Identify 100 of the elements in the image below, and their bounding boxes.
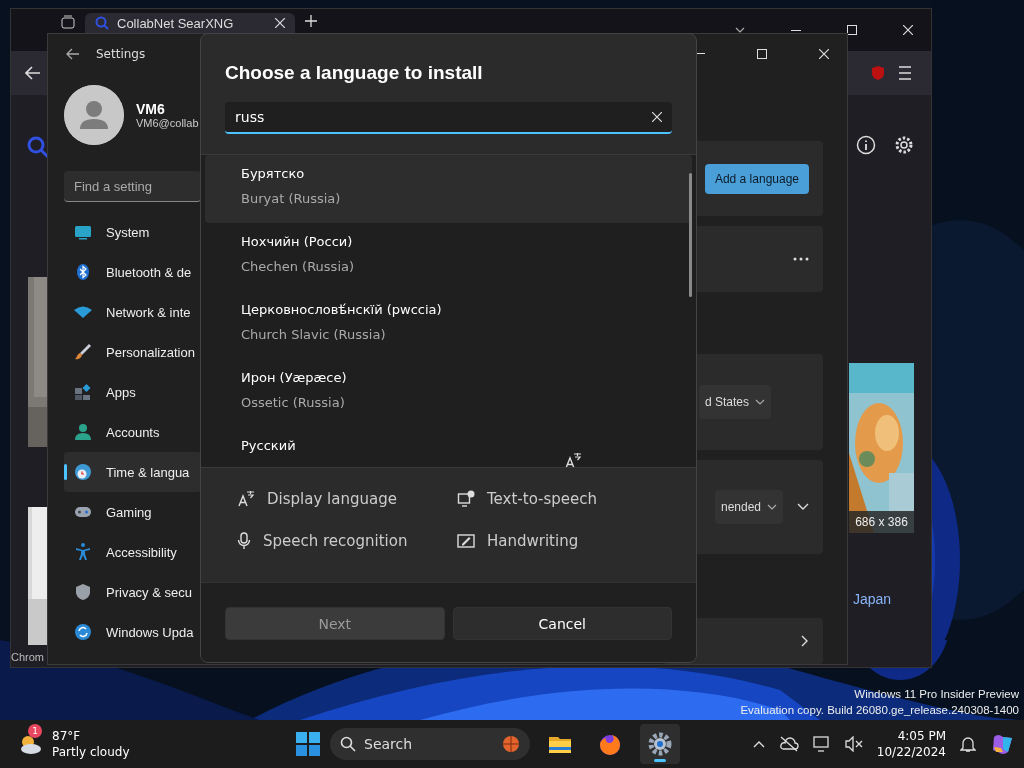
nav-item[interactable]: Time & langua (64, 452, 201, 492)
scrollbar-thumb[interactable] (689, 173, 692, 297)
nav-icon (73, 342, 93, 362)
nav-icon (73, 542, 93, 562)
back-arrow-icon[interactable] (66, 47, 80, 60)
nav-item[interactable]: Personalization (64, 332, 201, 372)
chevron-down-icon (767, 504, 777, 510)
browser-tab[interactable]: CollabNet SearXNG (85, 13, 295, 33)
more-icon[interactable] (793, 257, 809, 261)
avatar-icon (64, 85, 124, 145)
language-item[interactable]: Церковнословѣ́нскїй (рwссіа) Church Slavic (Russia) (205, 291, 692, 359)
chevron-up-icon[interactable] (752, 740, 765, 748)
browser-icon (600, 735, 620, 755)
search-field[interactable]: Find a setting (64, 171, 201, 202)
dropdown-value: d States (704, 395, 749, 409)
close-icon[interactable] (275, 18, 285, 28)
microphone-icon (237, 532, 251, 550)
watermark-text: Windows 11 Pro Insider Preview (853, 687, 1019, 702)
language-name: Chechen (Russia) (241, 259, 355, 274)
speaker-muted-icon[interactable] (844, 736, 863, 752)
watermark-text: Evaluation copy. Build 26080.ge_release.240308-1400 (740, 703, 1019, 718)
result-link[interactable]: Japan (853, 591, 892, 607)
language-item[interactable]: Русский (205, 427, 692, 467)
dropdown-value: nended (720, 500, 761, 514)
language-native-name: Бурятско (241, 166, 305, 181)
language-native-name: Ирон (Уæрæсе) (241, 370, 347, 385)
info-icon[interactable] (856, 135, 876, 155)
network-icon[interactable] (812, 736, 831, 752)
chevron-down-icon (755, 399, 765, 405)
nav-item[interactable]: Privacy & secu (64, 572, 201, 612)
chevron-right-icon (801, 635, 809, 647)
language-name: Buryat (Russia) (241, 191, 341, 206)
dialog-title: Choose a language to install (224, 61, 484, 85)
search-icon[interactable] (26, 135, 50, 159)
nav-item[interactable]: Apps (64, 372, 201, 412)
tab-title: CollabNet SearXNG (117, 15, 235, 31)
search-icon (95, 16, 109, 30)
nav-icon (73, 382, 93, 402)
start-icon[interactable] (296, 732, 320, 756)
nav-item[interactable]: Windows Upda (64, 612, 201, 652)
clock-time[interactable]: 4:05 PM (876, 728, 946, 744)
temperature: 87°F (52, 728, 82, 744)
weather-condition: Partly cloudy (52, 744, 130, 760)
feature-label: Text-to-speech (487, 490, 598, 508)
language-name: Church Slavic (Russia) (241, 327, 386, 342)
dialog-button[interactable]: Cancel (452, 607, 672, 640)
nav-item[interactable]: Accessibility (64, 532, 201, 572)
search-icon (340, 736, 356, 752)
nav-icon (73, 422, 93, 442)
add-language-button[interactable]: Add a language (704, 163, 809, 194)
user-email: VM6@collab (136, 117, 199, 129)
close-icon[interactable] (903, 25, 913, 35)
window-title: Settings (96, 46, 146, 61)
notification-badge: 1 (28, 724, 42, 738)
settings-icon[interactable] (894, 135, 914, 155)
language-name: Ossetic (Russia) (241, 395, 345, 410)
close-icon[interactable] (652, 112, 662, 122)
region-dropdown[interactable]: d States (698, 385, 771, 419)
nav-icon (73, 582, 93, 602)
language-native-name: Нохчийн (Росси) (241, 234, 353, 249)
ball-icon (502, 735, 520, 753)
display-language-icon (564, 452, 582, 467)
nav-item[interactable]: Bluetooth & de (64, 252, 201, 292)
result-text: Chrom (11, 651, 44, 663)
new-tab-icon[interactable] (305, 15, 317, 27)
taskbar-app[interactable] (640, 724, 680, 764)
nav-icon (73, 462, 93, 482)
nav-item[interactable]: System (64, 212, 201, 252)
nav-item[interactable]: Gaming (64, 492, 201, 532)
folder-icon (549, 737, 571, 753)
clock-date[interactable]: 10/22/2024 (876, 744, 946, 760)
display-language-icon (237, 490, 255, 508)
language-item[interactable]: Ирон (Уæрæсе) Ossetic (Russia) (205, 359, 692, 427)
nav-icon (73, 622, 93, 642)
user-name: VM6 (136, 101, 166, 117)
nav-item[interactable]: Accounts (64, 412, 201, 452)
minimize-icon[interactable] (791, 29, 801, 31)
language-native-name: Русский (241, 438, 296, 453)
maximize-icon[interactable] (847, 25, 857, 35)
expand-icon[interactable] (797, 503, 809, 511)
bell-icon[interactable] (960, 735, 976, 753)
text-to-speech-icon (457, 490, 475, 508)
search-field[interactable]: russ (225, 102, 672, 134)
close-icon[interactable] (819, 48, 829, 59)
language-item[interactable]: Нохчийн (Росси) Chechen (Russia) (205, 223, 692, 291)
format-dropdown[interactable]: nended (714, 490, 783, 524)
tab-list-icon[interactable] (61, 15, 75, 29)
handwriting-icon (457, 533, 475, 549)
image-size-label: 686 x 386 (849, 511, 914, 533)
cloud-off-icon[interactable] (778, 736, 799, 752)
gear-icon (648, 732, 672, 756)
language-native-name: Церковнословѣ́нскїй (рwссіа) (241, 302, 442, 317)
nav-item[interactable]: Network & inte (64, 292, 201, 332)
feature-label: Display language (267, 490, 397, 508)
maximize-icon[interactable] (757, 48, 767, 59)
feature-label: Speech recognition (263, 532, 408, 550)
chevron-down-icon (735, 27, 745, 33)
language-item[interactable]: Бурятско Buryat (Russia) (205, 155, 692, 223)
feature-label: Handwriting (487, 532, 579, 550)
taskbar-search[interactable]: Search (330, 728, 530, 760)
